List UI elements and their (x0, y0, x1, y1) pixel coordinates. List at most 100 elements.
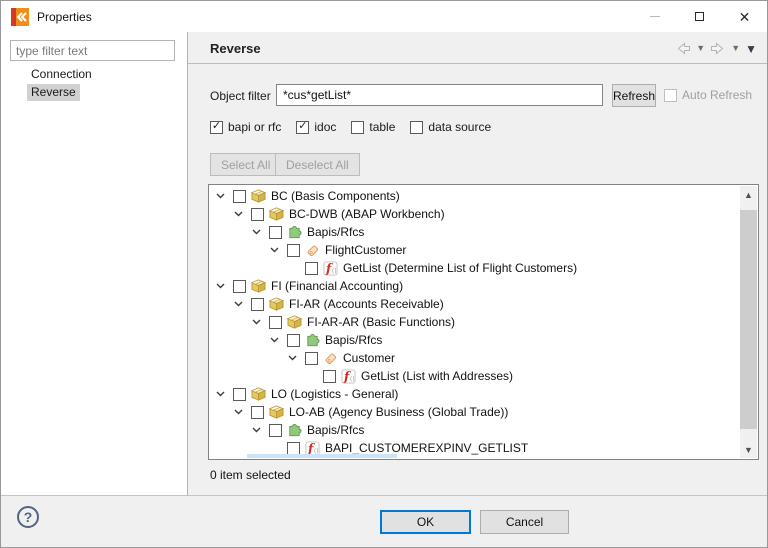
tree-item-label: Bapis/Rfcs (325, 333, 383, 347)
tree-row[interactable]: f() GetList (Determine List of Flight Cus… (209, 259, 740, 277)
properties-dialog: Properties ✕ ConnectionReverse Reverse ▼… (0, 0, 768, 548)
tree-row[interactable]: FlightCustomer (209, 241, 740, 259)
chevron-down-icon[interactable] (232, 298, 244, 310)
type-filter-bapi-or-rfc[interactable]: bapi or rfc (210, 120, 281, 134)
tree-row[interactable]: Bapis/Rfcs (209, 421, 740, 439)
cancel-button[interactable]: Cancel (480, 510, 569, 534)
tree-row[interactable]: BC-DWB (ABAP Workbench) (209, 205, 740, 223)
chevron-down-icon[interactable] (232, 406, 244, 418)
nav-cluster: ▼ ▼ ▼ (675, 42, 757, 55)
tree-checkbox[interactable] (287, 441, 300, 455)
object-filter-input[interactable] (276, 84, 603, 106)
close-button[interactable]: ✕ (722, 1, 767, 32)
scroll-up-icon[interactable]: ▲ (740, 186, 757, 203)
tag-icon (304, 242, 320, 258)
tree-row[interactable]: Customer (209, 349, 740, 367)
back-dropdown-icon[interactable]: ▼ (696, 44, 705, 53)
sidebar-item-reverse[interactable]: Reverse (27, 84, 80, 101)
select-all-button[interactable]: Select All (210, 153, 282, 176)
chevron-down-icon[interactable] (250, 316, 262, 328)
puzzle-icon (304, 332, 320, 348)
chevron-down-icon[interactable] (214, 388, 226, 400)
tree-row[interactable]: BC (Basis Components) (209, 187, 740, 205)
type-filter-table[interactable]: table (351, 120, 395, 134)
close-icon: ✕ (738, 8, 751, 25)
tree-checkbox[interactable] (287, 243, 300, 257)
status-text: 0 item selected (210, 468, 291, 482)
svg-text:(): () (349, 376, 354, 383)
tree-checkbox[interactable] (269, 423, 282, 437)
tree-checkbox[interactable] (287, 333, 300, 347)
chevron-down-icon[interactable] (232, 208, 244, 220)
chevron-placeholder (286, 262, 298, 274)
tree-checkbox[interactable] (269, 315, 282, 329)
tree-checkbox[interactable] (305, 351, 318, 365)
tree-checkbox[interactable] (233, 189, 246, 203)
tree-scrollbar[interactable]: ▲ ▼ (740, 186, 757, 458)
tree-item-label: Customer (343, 351, 396, 365)
tree-checkbox[interactable] (233, 279, 246, 293)
tree-row[interactable]: FI-AR (Accounts Receivable) (209, 295, 740, 313)
chevron-down-icon[interactable] (214, 280, 226, 292)
auto-refresh[interactable]: Auto Refresh (664, 88, 752, 102)
chevron-down-icon[interactable] (250, 226, 262, 238)
tree-row[interactable]: Bapis/Rfcs (209, 223, 740, 241)
type-filter-label: bapi or rfc (228, 120, 282, 134)
partially-visible-selected-row (247, 454, 397, 458)
checkbox-icon[interactable] (210, 120, 223, 134)
checkbox-icon[interactable] (351, 120, 365, 134)
tag-icon (322, 350, 338, 366)
forward-dropdown-icon[interactable]: ▼ (731, 44, 740, 53)
tree-row[interactable]: f() GetList (List with Addresses) (209, 367, 740, 385)
tree-row[interactable]: FI (Financial Accounting) (209, 277, 740, 295)
header-divider (188, 63, 767, 64)
chevron-placeholder (268, 442, 280, 454)
ok-button[interactable]: OK (380, 510, 471, 534)
tree-checkbox[interactable] (251, 207, 264, 221)
tree-checkbox[interactable] (233, 387, 246, 401)
window-title: Properties (37, 9, 92, 24)
sidebar-filter-input[interactable] (10, 40, 175, 61)
help-button[interactable]: ? (17, 506, 39, 528)
function-icon: f() (322, 260, 338, 276)
auto-refresh-checkbox[interactable] (664, 88, 677, 102)
package-icon (268, 404, 284, 420)
scrollbar-thumb[interactable] (740, 210, 757, 429)
type-filter-data-source[interactable]: data source (410, 120, 491, 134)
chevron-down-icon[interactable] (214, 190, 226, 202)
puzzle-icon (286, 224, 302, 240)
title-bar[interactable]: Properties ✕ (1, 1, 767, 32)
tree-row[interactable]: FI-AR-AR (Basic Functions) (209, 313, 740, 331)
deselect-all-button[interactable]: Deselect All (275, 153, 360, 176)
tree-row[interactable]: LO (Logistics - General) (209, 385, 740, 403)
tree-item-label: BC (Basis Components) (271, 189, 400, 203)
type-filter-idoc[interactable]: idoc (296, 120, 336, 134)
chevron-down-icon[interactable] (286, 352, 298, 364)
sidebar-item-connection[interactable]: Connection (27, 66, 96, 83)
chevron-down-icon[interactable] (250, 424, 262, 436)
tree-checkbox[interactable] (305, 261, 318, 275)
footer: ? OK Cancel (1, 496, 767, 547)
tree-checkbox[interactable] (269, 225, 282, 239)
back-arrow-icon[interactable] (675, 42, 691, 55)
chevron-down-icon[interactable] (268, 244, 280, 256)
tree-item-label: FI-AR-AR (Basic Functions) (307, 315, 456, 329)
refresh-button[interactable]: Refresh (612, 84, 656, 107)
tree-checkbox[interactable] (251, 405, 264, 419)
tree-row[interactable]: Bapis/Rfcs (209, 331, 740, 349)
forward-arrow-icon[interactable] (710, 42, 726, 55)
checkbox-icon[interactable] (410, 120, 424, 134)
tree-row[interactable]: LO-AB (Agency Business (Global Trade)) (209, 403, 740, 421)
type-filter-row: bapi or rfc idoc table data source (210, 120, 506, 134)
view-menu-icon[interactable]: ▼ (745, 43, 757, 55)
scroll-down-icon[interactable]: ▼ (740, 441, 757, 458)
reverse-panel: Reverse ▼ ▼ ▼ Object filter Refresh Auto… (188, 32, 767, 495)
minimize-button[interactable] (632, 1, 677, 32)
checkbox-icon[interactable] (296, 120, 310, 134)
package-icon (250, 386, 266, 402)
tree-item-label: LO (Logistics - General) (271, 387, 399, 401)
maximize-button[interactable] (677, 1, 722, 32)
tree-checkbox[interactable] (251, 297, 264, 311)
tree-checkbox[interactable] (323, 369, 336, 383)
chevron-down-icon[interactable] (268, 334, 280, 346)
